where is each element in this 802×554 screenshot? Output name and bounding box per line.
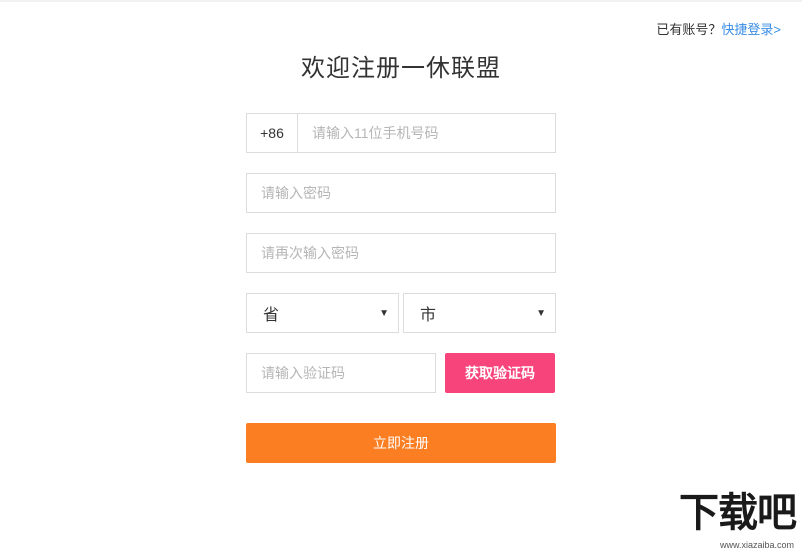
page-title: 欢迎注册一休联盟 — [301, 55, 501, 82]
password-field-group — [246, 173, 556, 213]
phone-field-group: +86 — [246, 113, 556, 153]
watermark-url: www.xiazaiba.com — [719, 540, 794, 550]
city-select[interactable]: 市 ▼ — [403, 293, 556, 333]
login-prompt-text: 已有账号？ — [656, 22, 722, 37]
get-verification-code-button[interactable]: 获取验证码 — [445, 353, 555, 393]
country-code-prefix[interactable]: +86 — [247, 114, 298, 152]
chevron-down-icon: ▼ — [379, 307, 389, 319]
password-input[interactable] — [247, 174, 555, 212]
site-watermark: 下载吧 www.xiazaiba.com — [658, 491, 797, 550]
phone-input[interactable] — [298, 114, 555, 152]
quick-login-link[interactable]: 快捷登录> — [721, 22, 781, 37]
password-confirm-field-group — [246, 233, 556, 273]
login-hint: 已有账号？快捷登录> — [656, 19, 781, 38]
verification-code-input[interactable] — [247, 354, 435, 392]
verification-code-field-group — [246, 353, 436, 393]
watermark-logo: 下载吧 — [679, 491, 797, 535]
top-divider — [0, 0, 802, 2]
chevron-down-icon: ▼ — [536, 307, 546, 319]
city-selected-value: 市 — [420, 307, 437, 324]
register-submit-button[interactable]: 立即注册 — [246, 423, 556, 463]
password-confirm-input[interactable] — [247, 234, 555, 272]
province-select[interactable]: 省 ▼ — [246, 293, 399, 333]
province-selected-value: 省 — [263, 307, 280, 324]
